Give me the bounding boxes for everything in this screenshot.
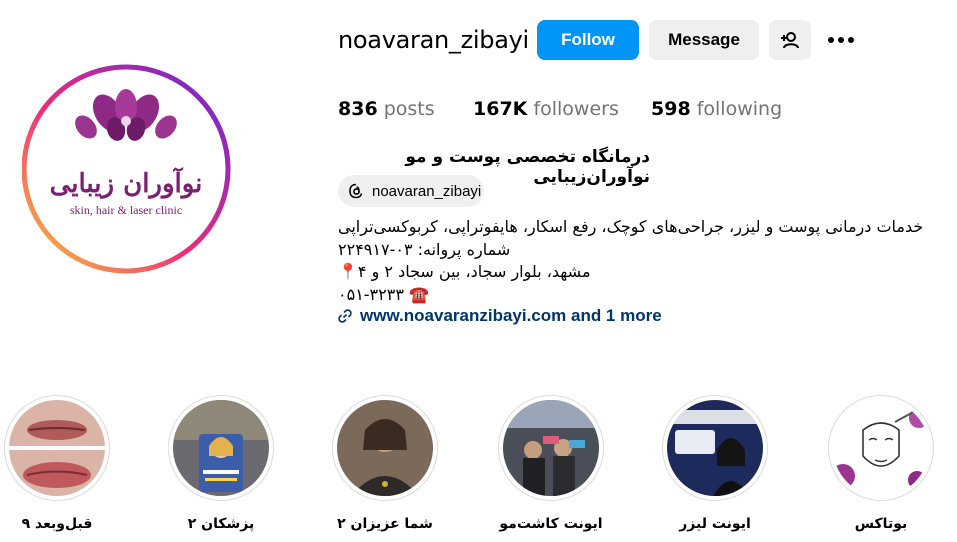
following-link[interactable]: 598 following: [651, 98, 782, 120]
follow-button[interactable]: Follow: [537, 20, 639, 60]
highlight-botox[interactable]: بوتاکس: [826, 395, 936, 532]
bio-services: خدمات درمانی پوست و لیزر، جراحی‌های کوچک…: [338, 217, 924, 236]
highlight-testimonials[interactable]: شما عزیزان ۲: [330, 395, 440, 532]
more-horizontal-icon: [828, 37, 854, 43]
highlight-cover: [667, 400, 763, 496]
threads-icon: [349, 183, 363, 199]
bio: خدمات درمانی پوست و لیزر، جراحی‌های کوچک…: [338, 216, 948, 306]
highlight-cover: [337, 400, 433, 496]
highlight-hair-transplant-event[interactable]: ایونت کاشت‌مو: [496, 395, 606, 532]
username: noavaran_zibayi: [338, 26, 529, 54]
highlight-cover: [833, 400, 929, 496]
external-link-text[interactable]: www.noavaranzibayi.com and 1 more: [360, 306, 662, 326]
highlight-label: پزشکان ۲: [187, 516, 255, 532]
external-link[interactable]: www.noavaranzibayi.com and 1 more: [338, 306, 662, 326]
highlight-cover: [9, 400, 105, 496]
bio-license: شماره پروانه: ۰۳-۲۲۴۹۱۷: [338, 239, 511, 259]
followers-link[interactable]: 167K followers: [473, 98, 619, 120]
posts-count: 836 posts: [338, 98, 435, 120]
profile-avatar[interactable]: نوآوران زیبایی skin, hair & laser clinic: [22, 64, 274, 274]
threads-handle: noavaran_zibayi: [372, 182, 482, 200]
highlight-doctors[interactable]: پزشکان ۲: [166, 395, 276, 532]
message-button[interactable]: Message: [649, 20, 759, 60]
highlight-cover: [503, 400, 599, 496]
threads-badge[interactable]: noavaran_zibayi: [338, 175, 484, 207]
highlight-label: قبل‌وبعد ۹: [21, 516, 93, 532]
logo-subtitle: skin, hair & laser clinic: [70, 203, 182, 217]
more-options-button[interactable]: [822, 20, 860, 60]
phone-icon: ☎️: [409, 284, 429, 304]
logo-title: نوآوران زیبایی: [50, 166, 203, 199]
highlight-laser-event[interactable]: ایونت لیزر: [660, 395, 770, 532]
bio-address: 📍مشهد، بلوار سجاد، بین سجاد ۲ و ۴: [338, 262, 591, 281]
suggest-accounts-button[interactable]: [769, 20, 811, 60]
bio-phone: ۰۵۱-۳۲۳۳ ☎️: [338, 284, 429, 304]
pin-icon: 📍: [338, 262, 358, 281]
highlight-label: ایونت کاشت‌مو: [499, 516, 603, 532]
add-person-icon: [781, 32, 799, 49]
highlight-cover: [173, 400, 269, 496]
highlight-label: بوتاکس: [854, 516, 908, 532]
highlight-label: ایونت لیزر: [679, 516, 751, 532]
highlight-before-after[interactable]: قبل‌وبعد ۹: [2, 395, 112, 532]
link-icon: [338, 309, 352, 323]
highlight-label: شما عزیزان ۲: [337, 516, 433, 532]
